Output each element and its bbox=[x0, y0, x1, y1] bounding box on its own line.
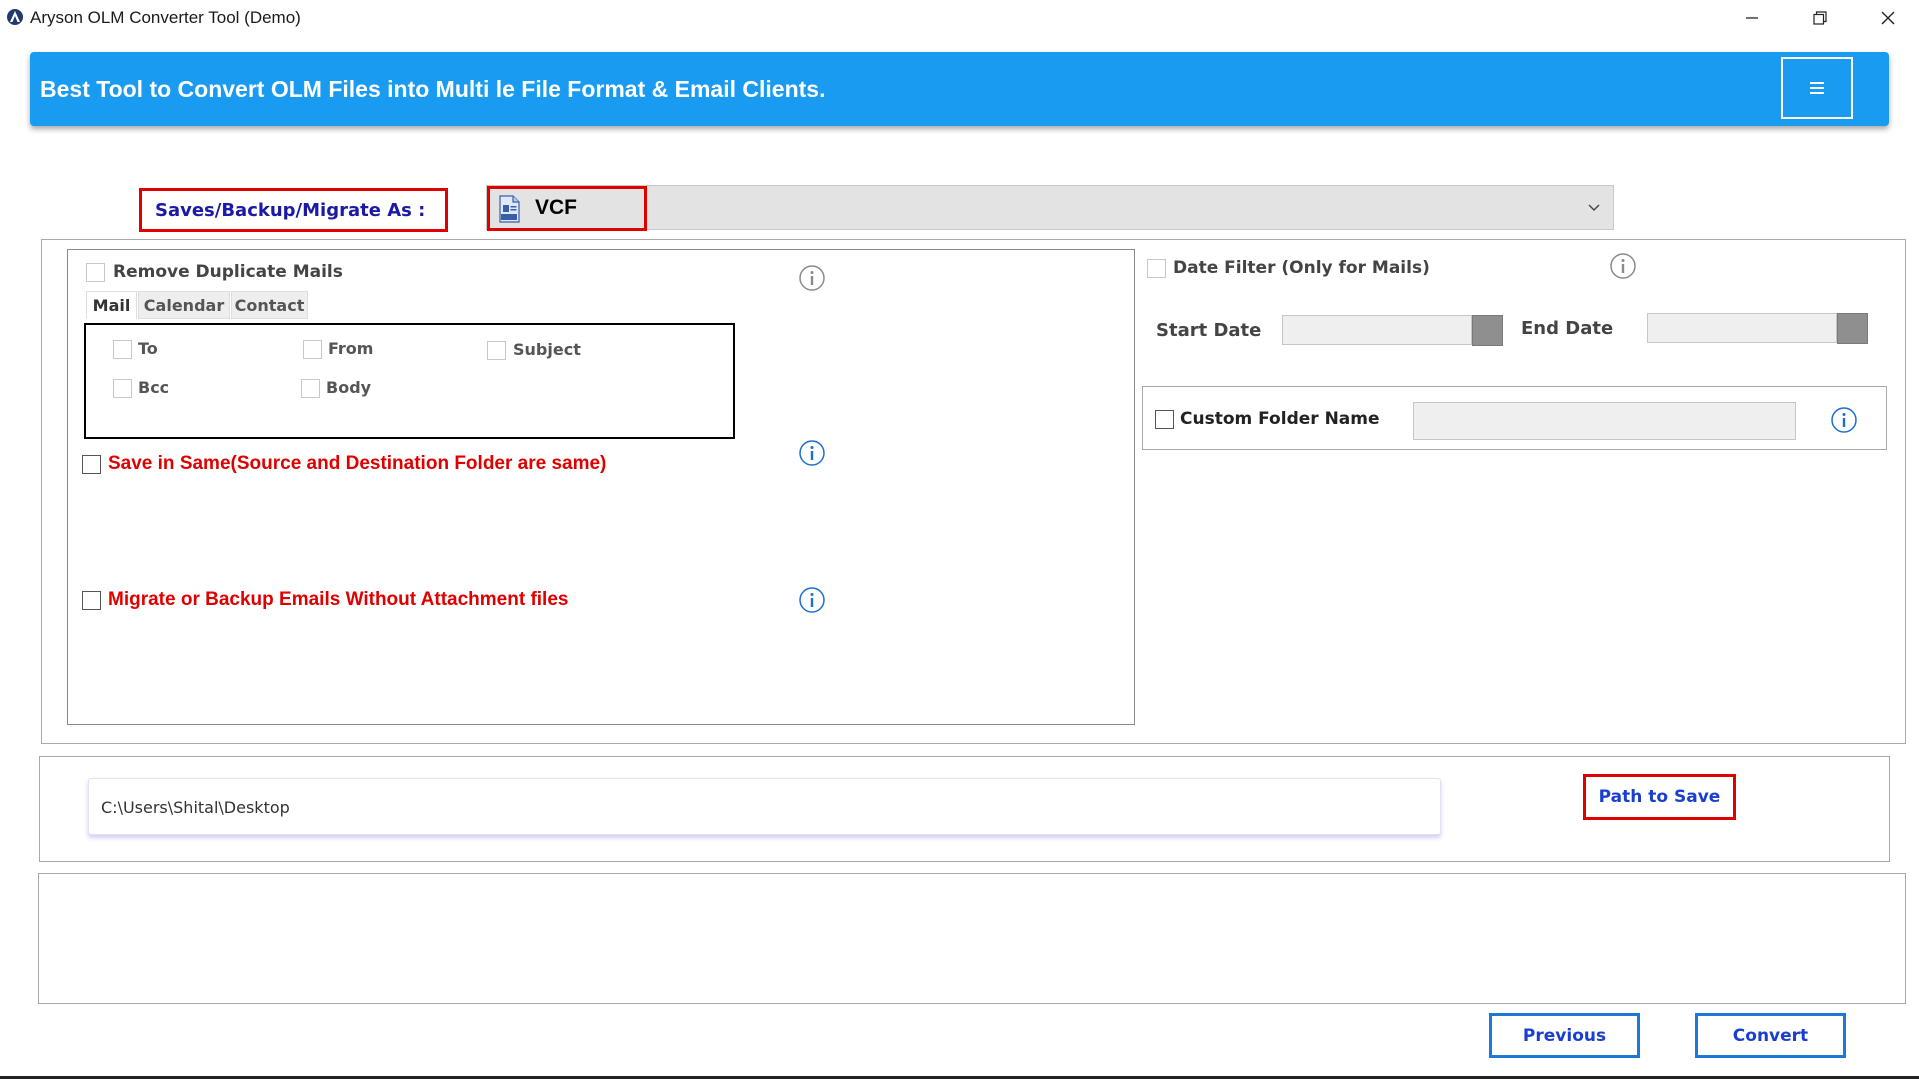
tab-contact[interactable]: Contact bbox=[231, 291, 308, 319]
window-title: Aryson OLM Converter Tool (Demo) bbox=[30, 8, 301, 27]
title-bar: Aryson OLM Converter Tool (Demo) bbox=[0, 0, 1919, 36]
aryson-logo-icon bbox=[7, 9, 23, 25]
destination-path-input[interactable]: C:\Users\Shital\Desktop bbox=[88, 778, 1441, 835]
start-date-label: Start Date bbox=[1156, 320, 1262, 341]
info-icon[interactable] bbox=[798, 439, 826, 467]
hamburger-menu-icon bbox=[1810, 82, 1824, 94]
previous-button[interactable]: Previous bbox=[1489, 1013, 1640, 1058]
saves-as-label: Saves/Backup/Migrate As : bbox=[139, 188, 448, 232]
field-subject-checkbox[interactable] bbox=[487, 341, 506, 360]
menu-button[interactable] bbox=[1781, 57, 1853, 119]
tab-calendar[interactable]: Calendar bbox=[138, 291, 230, 319]
field-body-label: Body bbox=[326, 378, 372, 397]
field-bcc-checkbox[interactable] bbox=[113, 379, 132, 398]
end-date-label: End Date bbox=[1521, 318, 1614, 339]
end-date-picker-button[interactable] bbox=[1837, 313, 1868, 344]
date-filter-label: Date Filter (Only for Mails) bbox=[1173, 258, 1430, 278]
remove-duplicates-label: Remove Duplicate Mails bbox=[113, 262, 343, 282]
minimize-icon bbox=[1746, 17, 1758, 19]
field-from-label: From bbox=[328, 339, 374, 358]
convert-button[interactable]: Convert bbox=[1695, 1013, 1846, 1058]
save-in-same-label: Save in Same(Source and Destination Fold… bbox=[108, 453, 607, 474]
header-banner: Best Tool to Convert OLM Files into Mult… bbox=[30, 52, 1889, 126]
field-to-checkbox[interactable] bbox=[113, 340, 132, 359]
start-date-picker-button[interactable] bbox=[1472, 315, 1503, 346]
info-icon[interactable] bbox=[798, 264, 826, 292]
format-dropdown[interactable]: VCF bbox=[486, 185, 1614, 231]
end-date-input[interactable] bbox=[1647, 313, 1837, 343]
field-subject-label: Subject bbox=[513, 340, 581, 359]
field-from-checkbox[interactable] bbox=[303, 340, 322, 359]
minimize-button[interactable] bbox=[1720, 0, 1784, 36]
restore-icon bbox=[1813, 11, 1827, 25]
info-icon[interactable] bbox=[1830, 406, 1858, 434]
app-window: Aryson OLM Converter Tool (Demo) Best To… bbox=[0, 0, 1919, 1079]
path-to-save-button[interactable]: Path to Save bbox=[1583, 774, 1736, 820]
without-attachments-checkbox[interactable] bbox=[82, 591, 101, 610]
close-button[interactable] bbox=[1856, 0, 1919, 36]
field-body-checkbox[interactable] bbox=[301, 379, 320, 398]
save-in-same-checkbox[interactable] bbox=[82, 455, 101, 474]
custom-folder-input[interactable] bbox=[1413, 402, 1796, 440]
banner-text: Best Tool to Convert OLM Files into Mult… bbox=[40, 76, 826, 102]
custom-folder-checkbox[interactable] bbox=[1155, 410, 1174, 429]
format-selected-value: VCF bbox=[535, 196, 577, 219]
close-icon bbox=[1881, 11, 1895, 25]
start-date-input[interactable] bbox=[1282, 315, 1472, 345]
without-attachments-label: Migrate or Backup Emails Without Attachm… bbox=[108, 589, 569, 610]
mail-options-panel bbox=[67, 249, 1135, 725]
log-panel bbox=[38, 873, 1906, 1004]
custom-folder-label: Custom Folder Name bbox=[1180, 409, 1380, 429]
field-bcc-label: Bcc bbox=[138, 378, 170, 397]
field-to-label: To bbox=[138, 339, 158, 358]
info-icon[interactable] bbox=[1609, 252, 1637, 280]
info-icon[interactable] bbox=[798, 586, 826, 614]
chevron-down-icon bbox=[1588, 204, 1600, 211]
tab-mail[interactable]: Mail bbox=[86, 291, 137, 319]
restore-button[interactable] bbox=[1788, 0, 1852, 36]
vcf-file-icon bbox=[499, 195, 520, 223]
mail-field-options bbox=[84, 323, 735, 439]
date-filter-checkbox[interactable] bbox=[1147, 259, 1166, 278]
remove-duplicates-checkbox[interactable] bbox=[86, 263, 105, 282]
